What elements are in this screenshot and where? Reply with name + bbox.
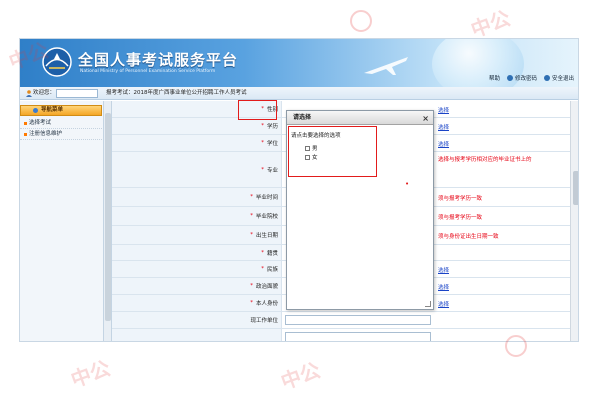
required-mark: * (261, 266, 264, 272)
sidebar-item-select-exam[interactable]: 选择考试 (20, 118, 102, 129)
help-link[interactable]: 帮助 (487, 74, 500, 82)
watermark-text: 中公 (67, 355, 114, 393)
logout-icon (543, 75, 550, 81)
form-row-employer: 现工作单位 (112, 312, 570, 329)
required-mark: * (261, 106, 264, 112)
select-dialog: 请选择 × 请点击要选择的选项 男 女 (286, 110, 434, 310)
watermark-text: 中公 (277, 357, 324, 395)
checkbox-icon (305, 154, 310, 160)
resize-grip-icon[interactable] (425, 301, 431, 307)
required-mark: * (250, 232, 253, 238)
required-mark: * (250, 213, 253, 219)
required-mark: * (250, 300, 253, 306)
option-male[interactable]: 男 (305, 144, 318, 152)
top-links: 帮助 修改密码 安全退出 (487, 74, 574, 82)
degree-choose-link[interactable]: 选择 (438, 140, 449, 148)
grad-time-hint: 须与报考学历一致 (438, 196, 483, 202)
bullet-icon (24, 133, 27, 136)
dialog-prompt: 请点击要选择的选项 (291, 133, 341, 139)
watermark-text: 中公 (467, 5, 514, 43)
breadcrumb: 报考考试：2018年度广西事业单位公开招聘工作人员考试 (106, 90, 247, 96)
close-icon[interactable]: × (422, 112, 429, 126)
nav-menu-header: 导航菜单 (20, 105, 102, 116)
site-header: 全国人事考试服务平台 National Ministry of Personne… (20, 39, 578, 99)
sidebar: 导航菜单 选择考试 注册信息维护 (20, 101, 104, 341)
required-mark: * (261, 140, 264, 146)
required-mark: * (250, 194, 253, 200)
education-choose-link[interactable]: 选择 (438, 123, 449, 131)
site-subtitle: National Ministry of Personnel Examinati… (80, 69, 216, 74)
username-box (56, 89, 98, 98)
sidebar-item-registration-info[interactable]: 注册信息维护 (20, 129, 102, 140)
change-password-link[interactable]: 修改密码 (506, 74, 537, 82)
ethnicity-choose-link[interactable]: 选择 (438, 266, 449, 274)
required-mark: * (261, 123, 264, 129)
bullet-icon (24, 122, 27, 125)
user-icon (26, 90, 32, 97)
required-mark: * (261, 166, 264, 173)
required-mark: * (261, 249, 264, 256)
next-input[interactable] (285, 332, 431, 341)
watermark-seal (350, 10, 372, 32)
gender-choose-link[interactable]: 选择 (438, 106, 449, 114)
required-mark: * (250, 283, 253, 289)
checkbox-icon (305, 145, 310, 151)
sidebar-scrollbar[interactable] (104, 101, 112, 341)
highlight-marker: • (405, 180, 410, 188)
key-icon (506, 75, 513, 81)
identity-choose-link[interactable]: 选择 (438, 300, 449, 308)
political-status-choose-link[interactable]: 选择 (438, 283, 449, 291)
form-scroll-thumb[interactable] (573, 171, 578, 205)
site-title: 全国人事考试服务平台 (78, 51, 239, 69)
airplane-icon (364, 57, 408, 75)
form-row-next (112, 329, 570, 341)
major-hint: 选择与报考学历相对应的毕业证书上的 (438, 157, 532, 163)
option-female[interactable]: 女 (305, 153, 318, 161)
info-bar: 欢迎您： 报考考试：2018年度广西事业单位公开招聘工作人员考试 (20, 87, 578, 100)
employer-input[interactable] (285, 315, 431, 325)
birth-date-hint: 须与身份证出生日期一致 (438, 234, 499, 240)
form-scrollbar[interactable] (570, 101, 578, 341)
welcome-label: 欢迎您： (33, 90, 56, 96)
logout-link[interactable]: 安全退出 (543, 74, 574, 82)
menu-icon (33, 108, 38, 113)
platform-logo-icon (42, 47, 72, 77)
dialog-title: 请选择 × (287, 111, 433, 125)
sidebar-scroll-thumb[interactable] (105, 113, 111, 321)
school-hint: 须与报考学历一致 (438, 215, 483, 221)
